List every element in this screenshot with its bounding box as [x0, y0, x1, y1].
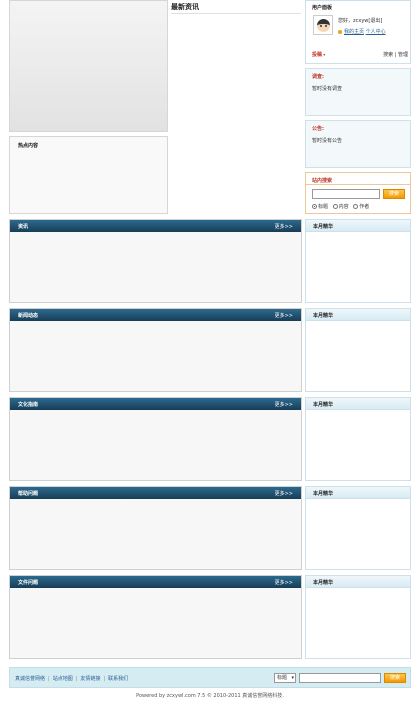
- footer-link-friends[interactable]: 友情链接: [80, 676, 100, 682]
- site-search-input[interactable]: [312, 189, 380, 199]
- survey-title: 调查:: [312, 74, 324, 80]
- monthly-best-header: 本月精华: [306, 576, 410, 588]
- my-home-link[interactable]: 我的主页: [344, 29, 364, 35]
- footer-link-contact[interactable]: 联系我们: [108, 676, 128, 682]
- notice-panel: 公告: 暂时没有公告: [305, 120, 411, 168]
- dropdown-arrow-icon[interactable]: ▾: [322, 52, 325, 57]
- monthly-best-header: 本月精华: [306, 220, 410, 232]
- footer-bar: 真诚信誉网络 | 站点地图 | 友情链接 | 联系我们 标题 ▾ 搜索: [9, 667, 411, 688]
- section-box-news: 新闻动态 更多>>: [9, 308, 302, 392]
- survey-text: 暂时没有调查: [312, 86, 343, 92]
- footer-search-input[interactable]: [299, 673, 381, 683]
- section-header: 新闻动态 更多>>: [10, 309, 301, 321]
- footer-link-sitemap[interactable]: 站点地图: [53, 676, 73, 682]
- radio-content[interactable]: [332, 204, 338, 209]
- divider: [306, 184, 410, 185]
- posts-actions[interactable]: 搜索 | 管理: [383, 51, 408, 58]
- radio-title[interactable]: [312, 204, 317, 209]
- more-link[interactable]: 更多>>: [275, 312, 293, 319]
- footer-search-type-select[interactable]: 标题 ▾: [274, 673, 296, 683]
- monthly-best-box: 本月精华: [305, 219, 411, 303]
- more-link[interactable]: 更多>>: [275, 223, 293, 230]
- footer-link-home[interactable]: 真诚信誉网络: [15, 676, 45, 682]
- powered-by-text: Powered by zcxywl.com 7.5 © 2010-2011 真诚…: [136, 693, 284, 699]
- avatar[interactable]: [313, 15, 333, 35]
- site-search-panel: 站内搜索 搜索 标题 内容 作者: [305, 172, 411, 214]
- more-link[interactable]: 更多>>: [275, 579, 293, 586]
- notice-title: 公告:: [312, 126, 324, 132]
- section-header: 文件问题 更多>>: [10, 576, 301, 588]
- hot-content-box: 热点内容: [9, 136, 168, 214]
- radio-author-label: 作者: [359, 204, 370, 210]
- section-header: 资讯 更多>>: [10, 220, 301, 232]
- radio-author[interactable]: [353, 204, 359, 209]
- section-title: 文件问题: [18, 580, 39, 586]
- monthly-best-header: 本月精华: [306, 398, 410, 410]
- section-box-help: 帮助问题 更多>>: [9, 486, 302, 570]
- user-panel: 用户面板 您好，zcxyw[退出] 我的主页 个人中心 投稿 ▾ 搜索 | 管理: [305, 0, 411, 64]
- user-links: 我的主页 个人中心: [338, 28, 386, 35]
- more-link[interactable]: 更多>>: [275, 490, 293, 497]
- section-box-zixun: 资讯 更多>>: [9, 219, 302, 303]
- coin-icon: [338, 29, 342, 34]
- section-header: 帮助问题 更多>>: [10, 487, 301, 499]
- notice-text: 暂时没有公告: [312, 138, 343, 144]
- section-title: 新闻动态: [18, 313, 39, 319]
- monthly-best-box: 本月精华: [305, 486, 411, 570]
- monthly-best-title: 本月精华: [313, 402, 334, 408]
- monthly-best-header: 本月精华: [306, 487, 410, 499]
- greeting-text[interactable]: 您好，zcxyw[退出]: [338, 17, 382, 24]
- chevron-down-icon: ▾: [291, 675, 294, 681]
- footer-search-button[interactable]: 搜索: [384, 673, 406, 683]
- more-link[interactable]: 更多>>: [275, 401, 293, 408]
- radio-title-label: 标题: [318, 204, 329, 210]
- section-title: 资讯: [18, 224, 29, 230]
- section-box-culture: 文化指南 更多>>: [9, 397, 302, 481]
- search-scope-radios: 标题 内容 作者: [312, 203, 372, 210]
- user-panel-title: 用户面板: [312, 5, 333, 11]
- section-box-files: 文件问题 更多>>: [9, 575, 302, 659]
- monthly-best-title: 本月精华: [313, 224, 334, 230]
- posts-row: 投稿 ▾ 搜索 | 管理: [312, 51, 408, 58]
- latest-news-list: [168, 14, 302, 214]
- site-search-title: 站内搜索: [312, 178, 333, 184]
- posts-link[interactable]: 投稿: [312, 52, 322, 58]
- hot-content-title: 热点内容: [18, 143, 39, 149]
- monthly-best-box: 本月精华: [305, 575, 411, 659]
- section-header: 文化指南 更多>>: [10, 398, 301, 410]
- latest-news-title: 最新资讯: [171, 2, 301, 14]
- section-title: 文化指南: [18, 402, 39, 408]
- footer-links: 真诚信誉网络 | 站点地图 | 友情链接 | 联系我们: [15, 676, 129, 682]
- radio-content-label: 内容: [338, 204, 349, 210]
- footer-select-value: 标题: [277, 675, 288, 681]
- survey-panel: 调查: 暂时没有调查: [305, 68, 411, 116]
- section-title: 帮助问题: [18, 491, 39, 497]
- monthly-best-title: 本月精华: [313, 313, 334, 319]
- monthly-best-header: 本月精华: [306, 309, 410, 321]
- slideshow-area[interactable]: [9, 0, 168, 132]
- monthly-best-title: 本月精华: [313, 580, 334, 586]
- monthly-best-title: 本月精华: [313, 491, 334, 497]
- site-search-button[interactable]: 搜索: [383, 189, 405, 199]
- user-center-link[interactable]: 个人中心: [366, 29, 386, 35]
- monthly-best-box: 本月精华: [305, 397, 411, 481]
- monthly-best-box: 本月精华: [305, 308, 411, 392]
